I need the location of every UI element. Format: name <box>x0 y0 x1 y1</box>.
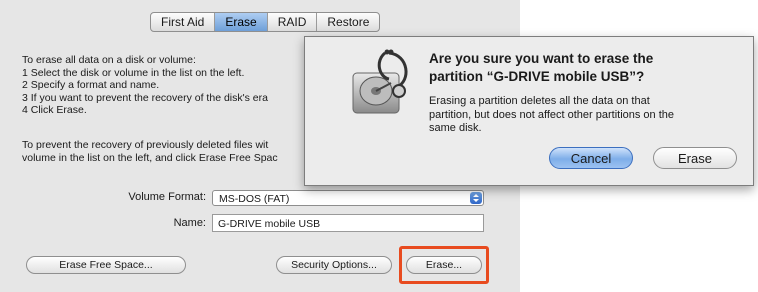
updown-arrows-icon <box>470 192 482 204</box>
name-field[interactable]: G-DRIVE mobile USB <box>212 214 484 232</box>
security-options-button[interactable]: Security Options... <box>276 256 392 274</box>
tab-restore[interactable]: Restore <box>317 13 379 31</box>
tab-bar: First Aid Erase RAID Restore <box>150 12 381 32</box>
tab-raid[interactable]: RAID <box>268 13 318 31</box>
erase-free-space-button[interactable]: Erase Free Space... <box>26 256 186 274</box>
tab-first-aid[interactable]: First Aid <box>151 13 216 31</box>
disk-utility-stethoscope-icon <box>345 47 421 123</box>
dialog-title: Are you sure you want to erase the parti… <box>429 51 654 84</box>
tab-erase[interactable]: Erase <box>215 13 268 31</box>
confirm-erase-button[interactable]: Erase <box>653 147 737 169</box>
volume-format-value: MS-DOS (FAT) <box>219 193 290 205</box>
dialog-message: Erasing a partition deletes all the data… <box>429 95 675 134</box>
erase-confirmation-dialog: Are you sure you want to erase the parti… <box>304 36 754 186</box>
erase-button-highlight <box>399 246 489 284</box>
cancel-button[interactable]: Cancel <box>549 147 633 169</box>
volume-format-label: Volume Format: <box>128 191 206 203</box>
name-label: Name: <box>173 217 206 229</box>
free-space-instructions: To prevent the recovery of previously de… <box>22 139 278 164</box>
erase-instructions: To erase all data on a disk or volume: 1… <box>22 54 268 116</box>
volume-format-select[interactable]: MS-DOS (FAT) <box>212 190 484 206</box>
